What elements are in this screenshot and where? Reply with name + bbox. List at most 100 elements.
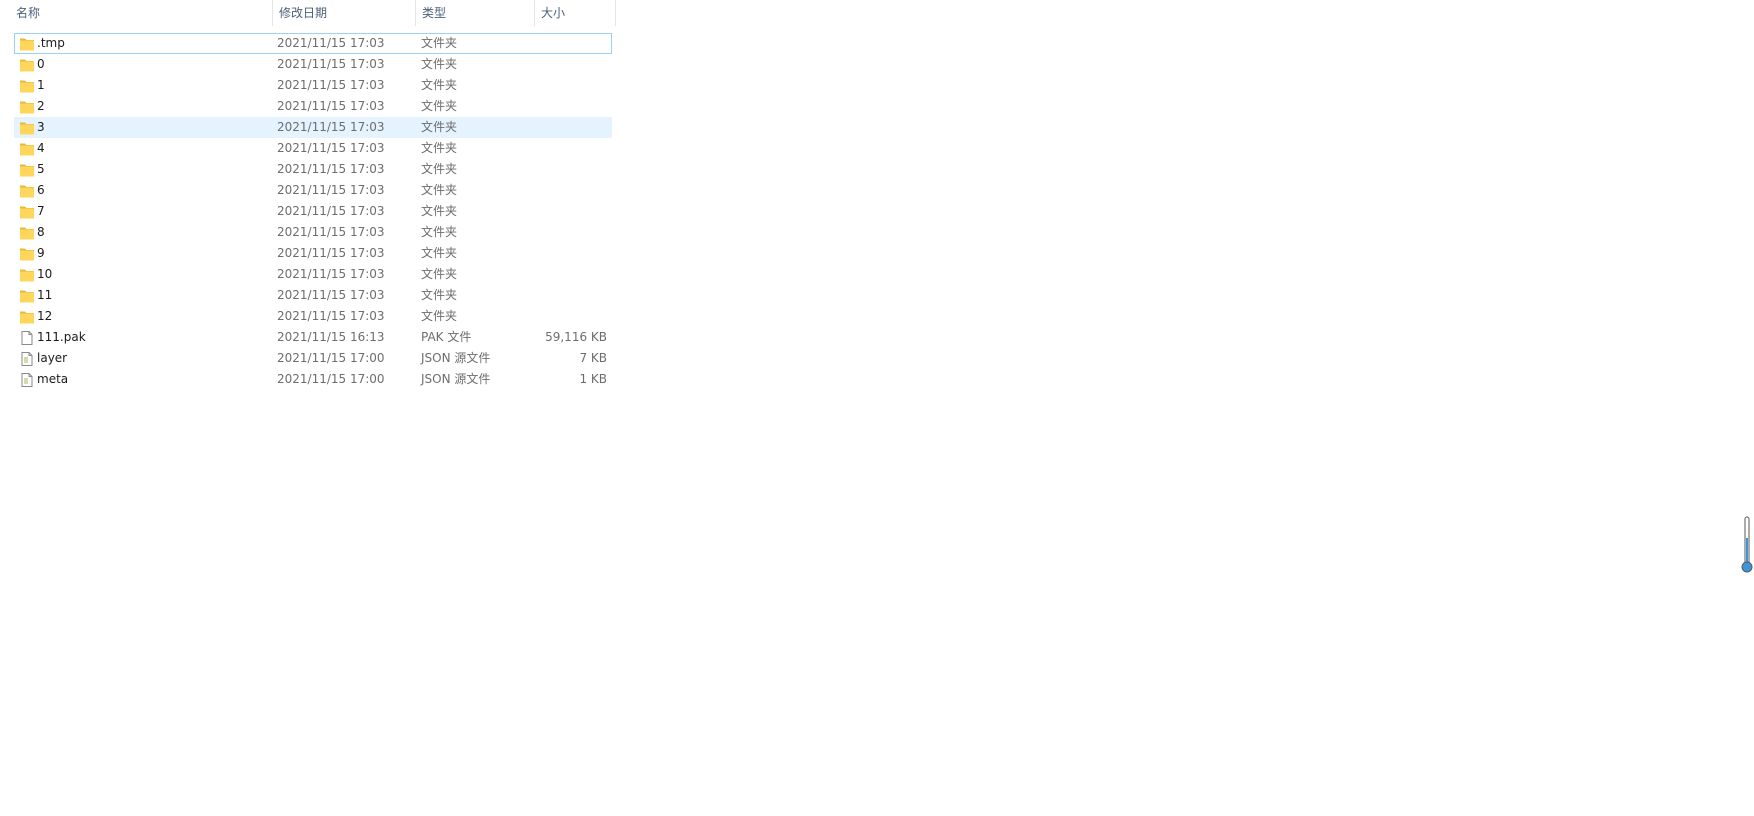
folder-icon [19,246,35,262]
file-modified-date: 2021/11/15 16:13 [277,330,385,344]
file-type: 文件夹 [421,99,458,113]
file-type: 文件夹 [421,120,458,134]
folder-icon [19,36,35,52]
file-row[interactable]: .tmp 2021/11/15 17:03 文件夹 [14,33,612,54]
file-name: .tmp [37,36,65,50]
sort-ascending-icon: ^ [136,0,146,8]
file-type: 文件夹 [421,225,458,239]
file-type: 文件夹 [421,141,458,155]
file-modified-date: 2021/11/15 17:03 [277,246,385,260]
file-row[interactable]: 8 2021/11/15 17:03 文件夹 [14,222,612,243]
file-type: 文件夹 [421,309,458,323]
folder-icon [19,267,35,283]
folder-icon [19,78,35,94]
column-header-size-label: 大小 [541,6,566,20]
file-type: JSON 源文件 [421,372,491,386]
folder-icon [19,57,35,73]
file-type: 文件夹 [421,183,458,197]
folder-icon [19,99,35,115]
file-name: 1 [37,78,45,92]
file-type: 文件夹 [421,78,458,92]
file-modified-date: 2021/11/15 17:03 [277,36,385,50]
file-name: 7 [37,204,45,218]
file-name: 12 [37,309,53,323]
file-row[interactable]: 111.pak 2021/11/15 16:13 PAK 文件 59,116 KB [14,327,612,348]
file-modified-date: 2021/11/15 17:00 [277,351,385,365]
file-row[interactable]: 11 2021/11/15 17:03 文件夹 [14,285,612,306]
json-file-icon [19,351,35,367]
file-type: 文件夹 [421,288,458,302]
file-type: 文件夹 [421,204,458,218]
file-modified-date: 2021/11/15 17:03 [277,183,385,197]
file-modified-date: 2021/11/15 17:03 [277,204,385,218]
column-header-date[interactable]: 修改日期 [273,0,416,26]
file-name: 8 [37,225,45,239]
file-row[interactable]: meta 2021/11/15 17:00 JSON 源文件 1 KB [14,369,612,390]
column-header-date-label: 修改日期 [279,6,328,20]
file-type: 文件夹 [421,162,458,176]
file-name: layer [37,351,68,365]
file-row[interactable]: 7 2021/11/15 17:03 文件夹 [14,201,612,222]
file-modified-date: 2021/11/15 17:03 [277,99,385,113]
file-name: 0 [37,57,45,71]
file-row[interactable]: 10 2021/11/15 17:03 文件夹 [14,264,612,285]
folder-icon [19,225,35,241]
folder-icon [19,141,35,157]
file-name: 5 [37,162,45,176]
file-row[interactable]: 2 2021/11/15 17:03 文件夹 [14,96,612,117]
folder-icon [19,288,35,304]
column-header-type[interactable]: 类型 [416,0,535,26]
file-modified-date: 2021/11/15 17:03 [277,120,385,134]
thermometer-scroll-icon [1741,516,1753,573]
file-modified-date: 2021/11/15 17:03 [277,57,385,71]
file-row[interactable]: 0 2021/11/15 17:03 文件夹 [14,54,612,75]
folder-icon [19,309,35,325]
file-modified-date: 2021/11/15 17:03 [277,288,385,302]
column-header-size[interactable]: 大小 [535,0,616,26]
file-row[interactable]: 12 2021/11/15 17:03 文件夹 [14,306,612,327]
file-row[interactable]: 5 2021/11/15 17:03 文件夹 [14,159,612,180]
file-modified-date: 2021/11/15 17:03 [277,78,385,92]
column-header-bar: 名称 ^ 修改日期 类型 大小 [0,0,620,26]
scroll-thermometer-widget[interactable] [1740,516,1754,574]
file-modified-date: 2021/11/15 17:03 [277,267,385,281]
file-explorer-view: 名称 ^ 修改日期 类型 大小 .tmp 2021/11/15 17:03 文件夹 0… [0,0,1754,816]
file-row[interactable]: layer 2021/11/15 17:00 JSON 源文件 7 KB [14,348,612,369]
folder-icon [19,183,35,199]
file-modified-date: 2021/11/15 17:03 [277,309,385,323]
file-size: 59,116 KB [545,330,607,344]
file-modified-date: 2021/11/15 17:03 [277,225,385,239]
folder-icon [19,120,35,136]
file-type: 文件夹 [421,246,458,260]
file-size: 1 KB [579,372,607,386]
file-type: 文件夹 [421,267,458,281]
file-type: JSON 源文件 [421,351,491,365]
file-name: 9 [37,246,45,260]
file-size: 7 KB [579,351,607,365]
file-type: PAK 文件 [421,330,472,344]
file-modified-date: 2021/11/15 17:00 [277,372,385,386]
file-type: 文件夹 [421,36,458,50]
file-row[interactable]: 9 2021/11/15 17:03 文件夹 [14,243,612,264]
file-list: .tmp 2021/11/15 17:03 文件夹 0 2021/11/15 17:03… [14,33,612,390]
file-name: 10 [37,267,53,281]
file-row[interactable]: 3 2021/11/15 17:03 文件夹 [14,117,612,138]
file-name: 2 [37,99,45,113]
folder-icon [19,204,35,220]
file-modified-date: 2021/11/15 17:03 [277,141,385,155]
file-row[interactable]: 6 2021/11/15 17:03 文件夹 [14,180,612,201]
file-name: 3 [37,120,45,134]
file-icon [19,330,35,346]
file-name: meta [37,372,69,386]
file-modified-date: 2021/11/15 17:03 [277,162,385,176]
file-name: 11 [37,288,53,302]
file-name: 4 [37,141,45,155]
file-row[interactable]: 4 2021/11/15 17:03 文件夹 [14,138,612,159]
json-file-icon [19,372,35,388]
column-header-type-label: 类型 [422,6,447,20]
file-name: 111.pak [37,330,86,344]
file-row[interactable]: 1 2021/11/15 17:03 文件夹 [14,75,612,96]
file-name: 6 [37,183,45,197]
folder-icon [19,162,35,178]
column-header-name-label: 名称 [16,6,41,20]
